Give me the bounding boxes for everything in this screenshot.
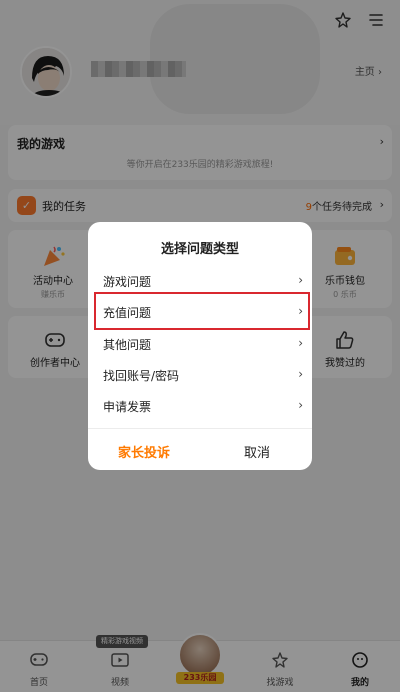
option-recover-account[interactable]: 找回账号/密码 › [103, 364, 303, 386]
chevron-right-icon: › [298, 336, 303, 350]
parent-complaint-button[interactable]: 家长投诉 [118, 442, 170, 461]
dialog-divider [88, 428, 312, 429]
option-other-issue[interactable]: 其他问题 › [103, 333, 303, 355]
chevron-right-icon: › [298, 273, 303, 287]
app-screen: 主页 › 我的游戏 › 等你开启在233乐园的精彩游戏旅程! ✓ 我的任务 9个… [0, 0, 400, 692]
option-invoice[interactable]: 申请发票 › [103, 395, 303, 417]
cancel-button[interactable]: 取消 [244, 442, 270, 461]
chevron-right-icon: › [298, 398, 303, 412]
dialog-title: 选择问题类型 [160, 242, 239, 257]
chevron-right-icon: › [298, 367, 303, 381]
highlight-box [94, 292, 310, 330]
option-game-issue[interactable]: 游戏问题 › [103, 270, 303, 292]
issue-type-dialog: 选择问题类型 游戏问题 › 充值问题 › 其他问题 › 找回账号/密码 › 申请… [88, 222, 312, 470]
